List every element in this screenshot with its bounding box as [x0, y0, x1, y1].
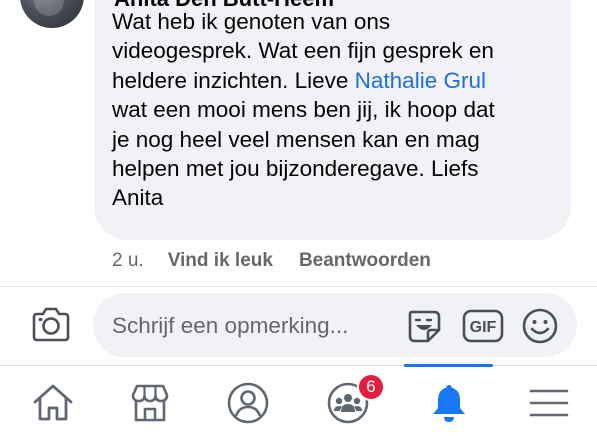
groups-notification-badge: 6	[357, 373, 385, 401]
comment-line: videogesprek. Wat een fijn gesprek en	[112, 38, 494, 64]
comment-timestamp[interactable]: 2 u.	[112, 249, 144, 273]
like-button[interactable]: Vind ik leuk	[168, 249, 273, 273]
composer-divider	[0, 286, 597, 287]
commenter-avatar[interactable]	[20, 0, 84, 28]
profile-icon[interactable]	[226, 381, 270, 425]
home-icon[interactable]	[31, 381, 75, 425]
gif-icon[interactable]: GIF	[462, 309, 504, 348]
sticker-icon[interactable]	[404, 306, 444, 351]
reply-button[interactable]: Beantwoorden	[299, 249, 431, 273]
comment-thread-screen: Anita Den Butt-Heem Wat heb ik genoten v…	[0, 0, 597, 436]
gif-icon-label: GIF	[470, 319, 497, 336]
comment-line: Wat heb ik genoten van ons	[112, 9, 391, 34]
mention-link[interactable]: Nathalie Grul	[355, 68, 486, 93]
comment-actions: 2 u. Vind ik leuk Beantwoorden	[112, 249, 457, 273]
tab-bar-divider	[0, 365, 597, 366]
comment-body: Wat heb ik genoten van ons videogesprek.…	[112, 7, 564, 213]
comment-line: wat een mooi mens ben jij, ik hoop dat	[112, 97, 495, 123]
marketplace-icon[interactable]	[128, 381, 172, 425]
comment-line: Anita	[112, 185, 164, 211]
active-tab-indicator	[404, 364, 493, 367]
camera-icon[interactable]	[30, 305, 72, 345]
comment-input[interactable]: Schrijf een opmerking...	[93, 293, 577, 357]
comment-input-placeholder: Schrijf een opmerking...	[112, 313, 349, 338]
comment-line: helpen met jou bijzonderegave. Liefs	[112, 156, 479, 182]
notifications-icon[interactable]	[427, 381, 471, 425]
comment-line-text: heldere inzichten. Lieve	[112, 67, 355, 93]
menu-icon[interactable]	[527, 381, 571, 425]
comment-line: heldere inzichten. Lieve Nathalie Grul	[112, 66, 564, 95]
comment-line: je nog heel veel mensen kan en mag	[112, 126, 480, 152]
emoji-icon[interactable]	[521, 307, 559, 350]
